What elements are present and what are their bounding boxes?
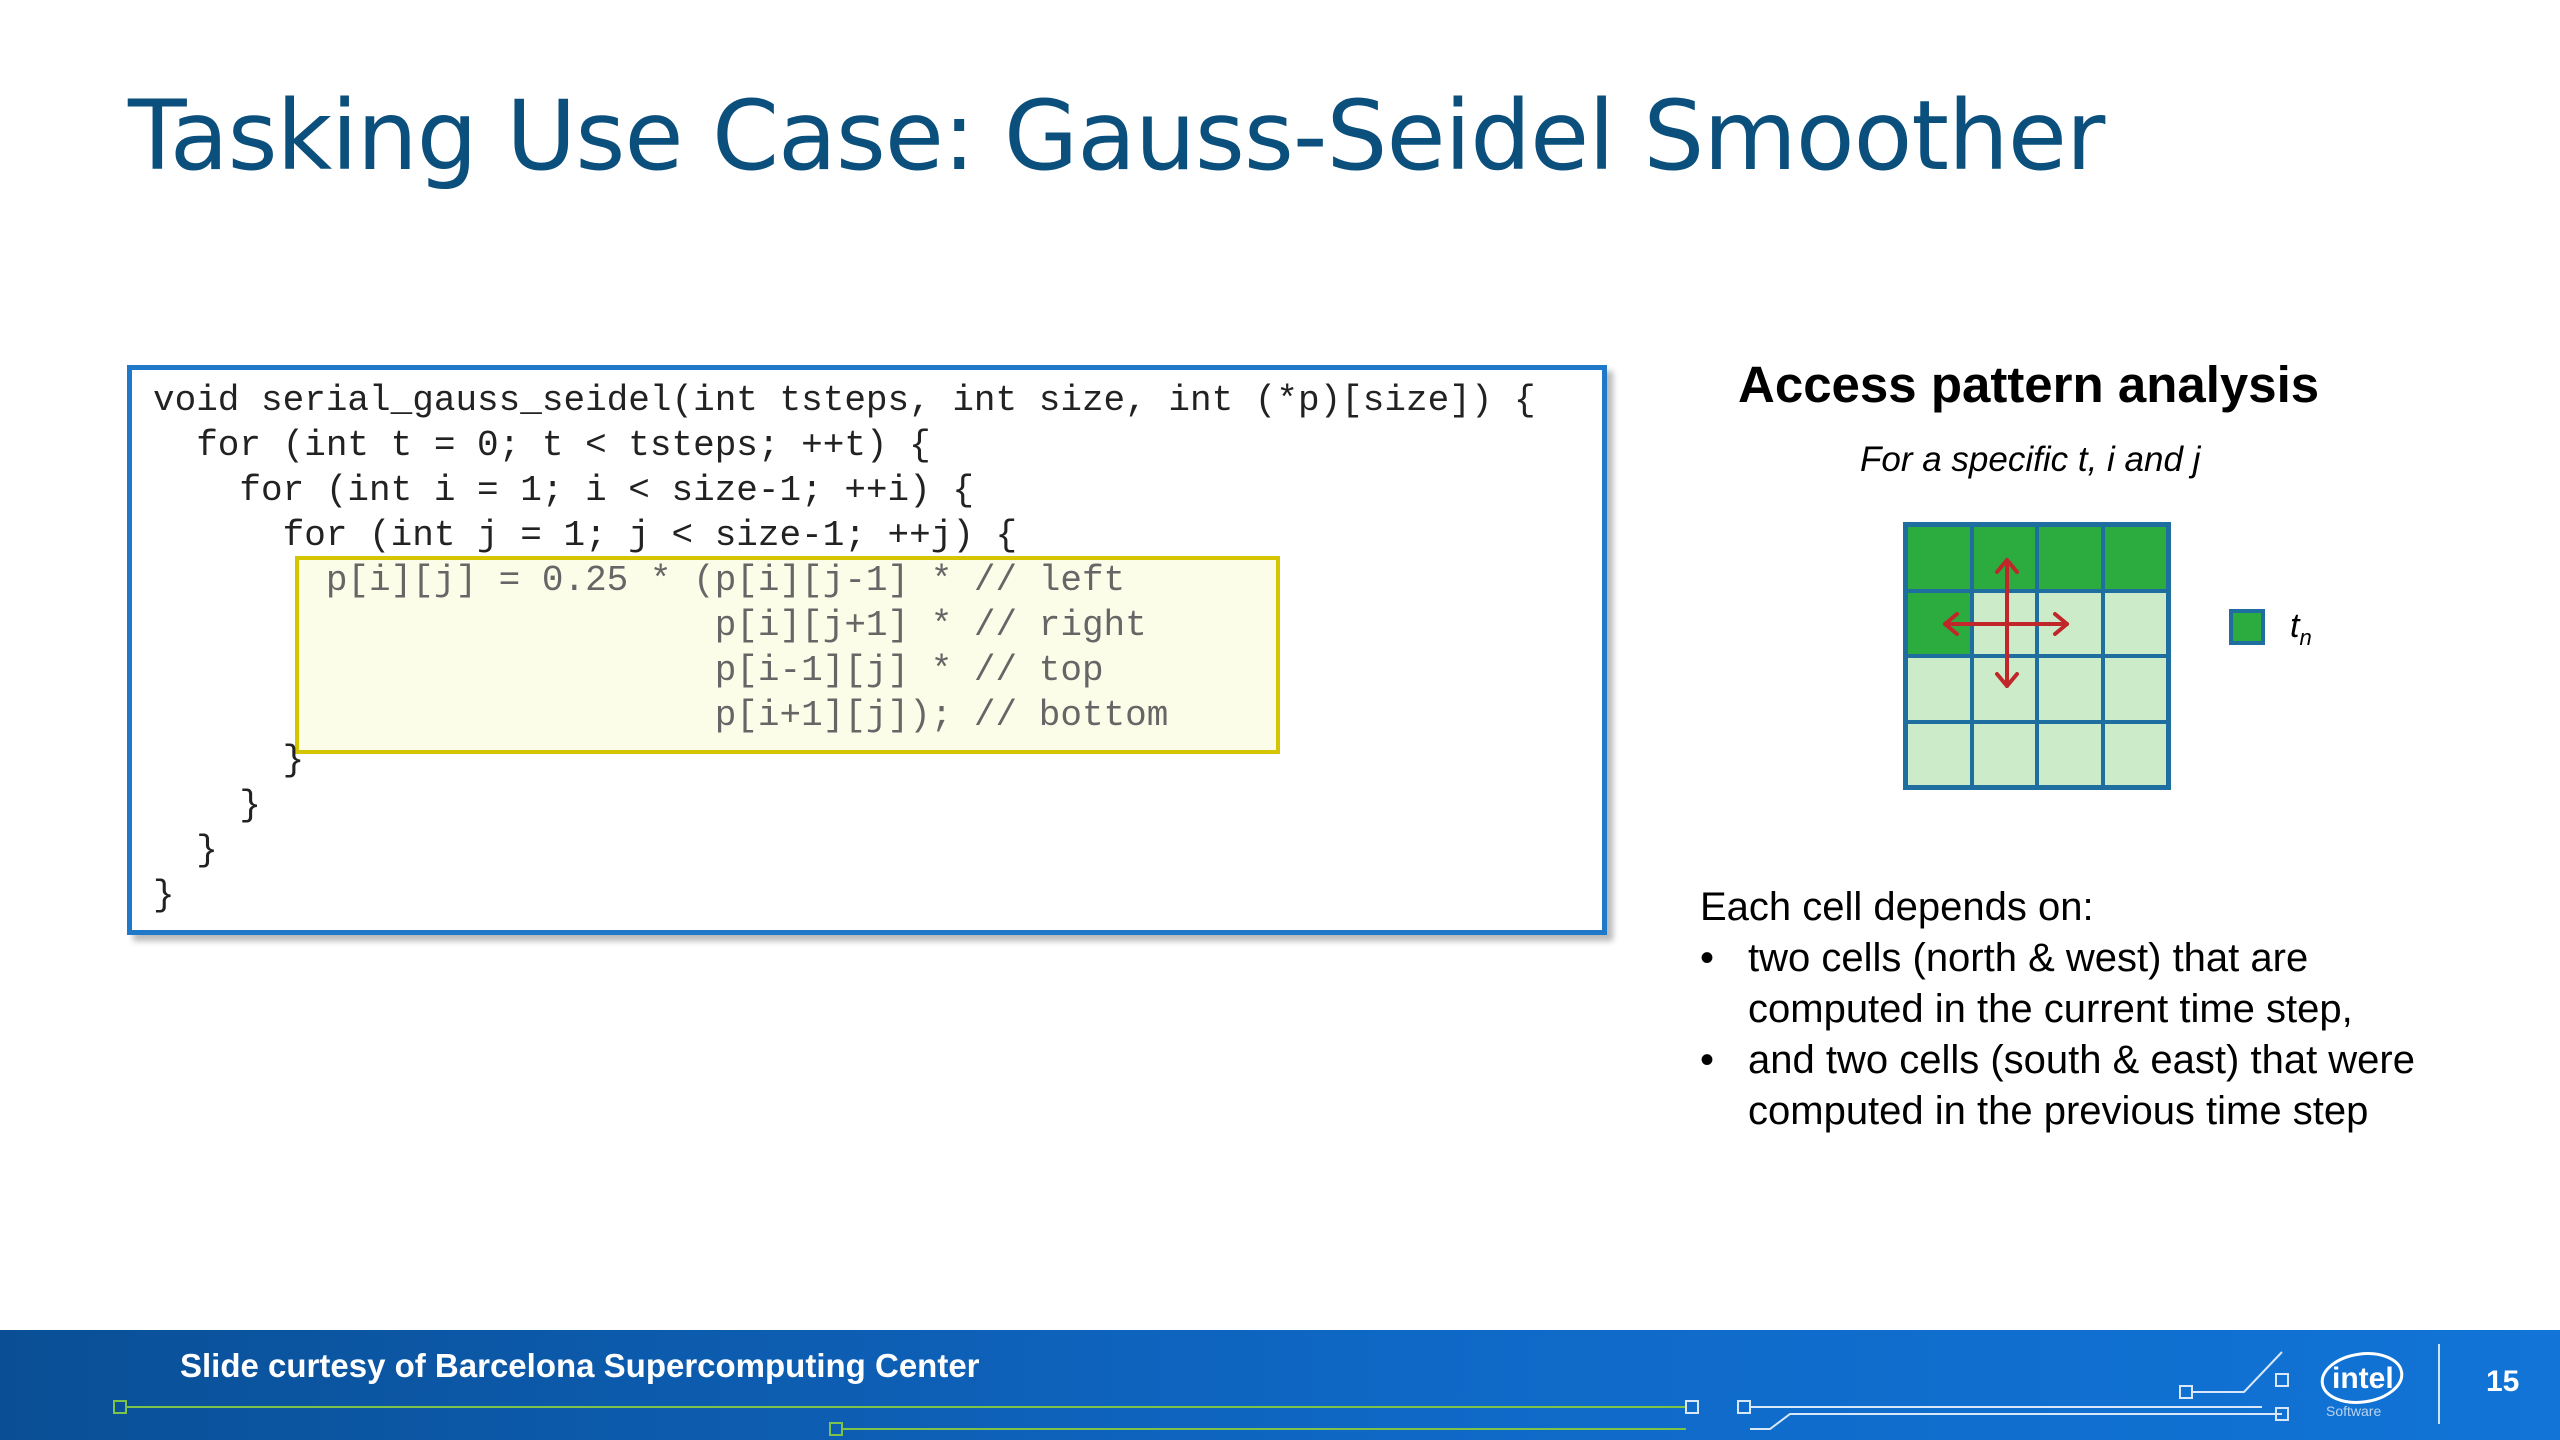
code-line-11: }	[153, 830, 218, 871]
footer-divider	[2438, 1344, 2440, 1424]
code-line-5: p[i][j] = 0.25 * (p[i][j-1] * // left	[153, 560, 1126, 601]
footer-bar: Slide curtesy of Barcelona Supercomputin…	[0, 1330, 2560, 1440]
grid-cell-pending	[2039, 658, 2101, 720]
legend-swatch	[2229, 609, 2265, 645]
grid-cell-pending	[1973, 723, 2035, 785]
page-number: 15	[2486, 1365, 2520, 1398]
code-line-1: void serial_gauss_seidel(int tsteps, int…	[153, 380, 1536, 421]
grid-cell-pending	[2104, 723, 2166, 785]
bullet-item: and two cells (south & east) that were c…	[1700, 1035, 2460, 1137]
grid-cell-computed	[2039, 527, 2101, 589]
grid-cell-pending	[2104, 592, 2166, 654]
code-line-2: for (int t = 0; t < tsteps; ++t) {	[153, 425, 931, 466]
bullet-item: two cells (north & west) that are comput…	[1700, 933, 2460, 1035]
code-line-6: p[i][j+1] * // right	[153, 605, 1147, 646]
slide-title: Tasking Use Case: Gauss-Seidel Smoother	[128, 80, 2105, 192]
footer-credit-text: Slide curtesy of Barcelona Supercomputin…	[180, 1347, 980, 1384]
code-line-3: for (int i = 1; i < size-1; ++i) {	[153, 470, 974, 511]
description-intro: Each cell depends on:	[1700, 885, 2094, 929]
svg-text:intel: intel	[2332, 1362, 2394, 1395]
grid-cell-computed	[2104, 527, 2166, 589]
code-line-9: }	[153, 740, 305, 781]
legend-label: tn	[2290, 607, 2312, 650]
grid-cell-computed	[1973, 527, 2035, 589]
grid-cell-computed	[1908, 527, 1970, 589]
intel-logo-icon: intel Software	[2320, 1352, 2404, 1419]
code-line-10: }	[153, 785, 262, 826]
dependency-bullet-list: two cells (north & west) that are comput…	[1700, 933, 2460, 1137]
dependency-description: Each cell depends on: two cells (north &…	[1700, 882, 2460, 1137]
grid-cell-pending	[1908, 723, 1970, 785]
code-line-8: p[i+1][j]); // bottom	[153, 695, 1169, 736]
grid-cell-pending	[1973, 658, 2035, 720]
stencil-grid-diagram	[1903, 522, 2171, 790]
grid-cell-current	[1973, 592, 2035, 654]
access-pattern-title: Access pattern analysis	[1738, 356, 2320, 413]
code-line-7: p[i-1][j] * // top	[153, 650, 1104, 691]
grid-cell-pending	[2039, 723, 2101, 785]
code-line-12: }	[153, 875, 175, 916]
grid-cell-computed	[1908, 592, 1970, 654]
code-line-4: for (int j = 1; j < size-1; ++j) {	[153, 515, 1018, 556]
grid-cell-pending	[2039, 592, 2101, 654]
grid-cell-pending	[1908, 658, 1970, 720]
svg-text:Software: Software	[2326, 1403, 2381, 1419]
grid-cell-pending	[2104, 658, 2166, 720]
access-pattern-subtitle: For a specific t, i and j	[1860, 440, 2201, 479]
